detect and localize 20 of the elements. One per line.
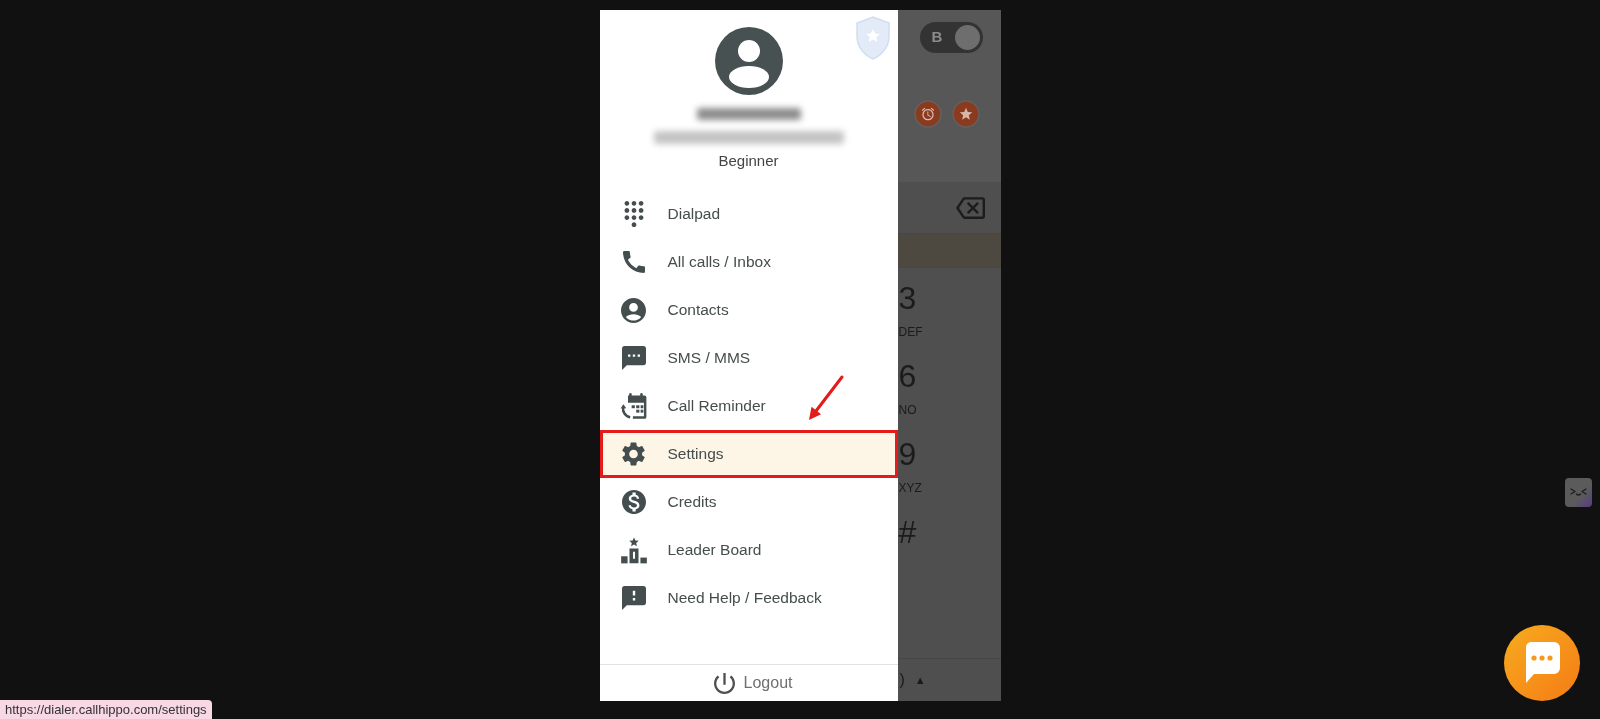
message-bubble-icon xyxy=(621,346,646,370)
user-rank: Beginner xyxy=(718,152,779,169)
emoticon-tile-icon[interactable] xyxy=(1565,478,1592,507)
calendar-icon xyxy=(620,392,647,420)
status-url: https://dialer.callhippo.com/settings xyxy=(0,700,212,719)
chat-bubble-icon xyxy=(1524,642,1560,684)
power-icon xyxy=(713,672,735,694)
alert-bubble-icon xyxy=(621,586,646,610)
backspace-icon[interactable] xyxy=(955,196,985,219)
shield-star-icon xyxy=(854,16,891,60)
alarm-clock-icon xyxy=(913,100,942,128)
footer-text: ) xyxy=(899,670,905,690)
mode-toggle[interactable]: B xyxy=(919,22,983,53)
podium-icon xyxy=(619,536,648,564)
logout-button[interactable]: Logout xyxy=(713,671,793,695)
phone-icon xyxy=(622,251,645,273)
dialpad-icon xyxy=(623,201,644,227)
gear-icon xyxy=(622,442,645,466)
avatar-icon xyxy=(714,27,783,95)
dollar-coin-icon xyxy=(621,490,646,514)
